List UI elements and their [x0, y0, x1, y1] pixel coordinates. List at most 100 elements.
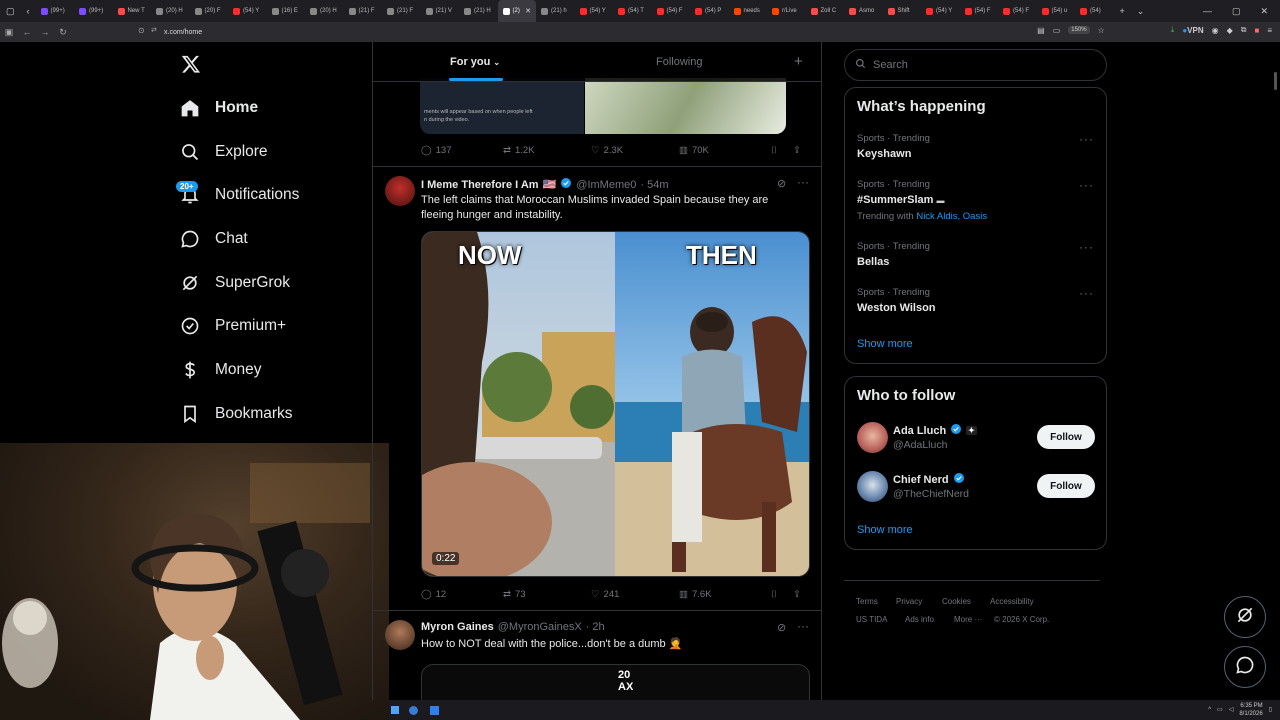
account-name[interactable]: Chief Nerd [893, 472, 965, 487]
page-scrollbar-thumb[interactable] [1274, 72, 1277, 90]
tab-for-you[interactable]: For you ⌄ [450, 56, 500, 68]
vpn-badge[interactable]: ●VPN [1182, 26, 1203, 35]
browser-tab[interactable]: (2) ✕ [497, 0, 537, 22]
browser-tab[interactable]: (54) Y [921, 0, 960, 22]
browser-tab[interactable]: (20) H [151, 0, 190, 22]
browser-tab[interactable]: needs [729, 0, 768, 22]
tab-actions-icon[interactable]: ▢ [0, 6, 21, 17]
more-options-icon[interactable]: ··· [1079, 240, 1094, 254]
reader-mode-icon[interactable]: ▤ [1037, 26, 1045, 35]
browser-tab[interactable]: (21) F [344, 0, 383, 22]
browser-tab[interactable]: (54) [1075, 0, 1114, 22]
browser-tab[interactable]: (99+) [74, 0, 113, 22]
close-tab-icon[interactable]: ✕ [525, 7, 531, 15]
footer-link-accessibility[interactable]: Accessibility [990, 597, 1034, 606]
trend-name[interactable]: Bellas [857, 256, 889, 268]
footer-link-privacy[interactable]: Privacy [896, 597, 922, 606]
more-options-icon[interactable]: ··· [1079, 132, 1094, 146]
grok-floating-button[interactable] [1224, 596, 1266, 638]
like-button[interactable]: ♡ 241 [591, 589, 679, 600]
avatar[interactable] [857, 422, 888, 453]
add-tab-icon[interactable]: + [794, 53, 803, 70]
tab-back-icon[interactable]: ‹ [21, 6, 36, 16]
extension-icon[interactable]: ◆ [1227, 26, 1233, 35]
tweet-video[interactable]: NOW THEN 0:22 [421, 231, 810, 577]
tab-following[interactable]: Following [656, 56, 702, 68]
browser-tab[interactable]: Shift [883, 0, 922, 22]
nav-item-money[interactable]: Money [180, 355, 262, 385]
close-window-button[interactable]: ✕ [1260, 6, 1268, 17]
footer-link-ads-info[interactable]: Ads info [905, 615, 934, 624]
avatar[interactable] [385, 620, 415, 650]
prev-tweet-media-left[interactable]: ments will appear based on when people l… [420, 78, 584, 134]
browser-tab[interactable]: (20) H [305, 0, 344, 22]
grok-action-icon[interactable]: ⊘ [777, 621, 786, 634]
browser-tab[interactable]: (21) H [459, 0, 498, 22]
more-options-icon[interactable]: ··· [1079, 286, 1094, 300]
wallet-icon[interactable]: ◉ [1212, 26, 1219, 35]
author-handle[interactable]: @ImMeme0 [576, 179, 636, 191]
volume-icon[interactable]: ◁ [1229, 706, 1234, 714]
nav-item-premium[interactable]: Premium+ [180, 311, 286, 341]
browser-tab[interactable]: (54) F [652, 0, 691, 22]
avatar[interactable] [857, 471, 888, 502]
trending-with-links[interactable]: Nick Aldis, Oasis [916, 211, 987, 222]
more-options-icon[interactable]: ··· [797, 619, 809, 633]
nav-item-chat[interactable]: Chat [180, 224, 248, 254]
reply-button[interactable]: ◯ 12 [421, 589, 503, 600]
trend-name[interactable]: Keyshawn [857, 148, 911, 160]
site-info-icon[interactable]: ⊙ [138, 26, 145, 35]
repost-button[interactable]: ⇄ 1.2K [503, 145, 591, 156]
bookmark-star-icon[interactable]: ☆ [1098, 26, 1105, 35]
nav-item-home[interactable]: Home [180, 93, 258, 123]
browser-tab[interactable]: (20) F [190, 0, 229, 22]
browser-tab[interactable]: (54) Y [228, 0, 267, 22]
extensions-icon[interactable]: ⧉ [1241, 25, 1247, 35]
tweet-media[interactable]: 20 AX [421, 664, 810, 700]
author-handle[interactable]: @MyronGainesX [498, 621, 582, 633]
author-name[interactable]: Myron Gaines [421, 621, 494, 633]
reply-button[interactable]: ◯ 137 [421, 145, 503, 156]
bookmark-button[interactable]: ⌷ [771, 145, 793, 156]
reload-button[interactable]: ↻ [54, 27, 72, 38]
grok-action-icon[interactable]: ⊘ [777, 177, 786, 190]
show-more-link[interactable]: Show more [857, 524, 913, 536]
more-options-icon[interactable]: ··· [1079, 178, 1094, 192]
clock[interactable]: 6:35 PM 8/1/2026 [1239, 702, 1262, 718]
browser-tab[interactable]: Zoll C [806, 0, 845, 22]
browser-tab[interactable]: (54) P [690, 0, 729, 22]
minimize-button[interactable]: — [1203, 6, 1212, 16]
forward-button[interactable]: → [36, 27, 54, 37]
follow-button[interactable]: Follow [1037, 474, 1095, 498]
trend-name[interactable]: Weston Wilson [857, 302, 936, 314]
bookmark-button[interactable]: ⌷ [771, 589, 793, 600]
browser-tab[interactable]: r/Live [767, 0, 806, 22]
repost-button[interactable]: ⇄ 73 [503, 589, 591, 600]
footer-link-cookies[interactable]: Cookies [942, 597, 971, 606]
nav-item-supergrok[interactable]: SuperGrok [180, 268, 290, 298]
browser-tab[interactable]: (16) E [267, 0, 306, 22]
nav-item-bookmarks[interactable]: Bookmarks [180, 399, 293, 429]
back-button[interactable]: ← [18, 27, 36, 37]
app-icon[interactable] [430, 705, 439, 715]
follow-button[interactable]: Follow [1037, 425, 1095, 449]
like-button[interactable]: ♡ 2.3K [591, 145, 679, 156]
footer-link-us-tida[interactable]: US TIDA [856, 615, 887, 624]
browser-tab[interactable]: (99+) [36, 0, 75, 22]
sidebar-toggle-icon[interactable]: ▣ [0, 27, 18, 38]
start-icon[interactable] [391, 706, 399, 714]
nav-item-explore[interactable]: Explore [180, 137, 268, 167]
account-handle[interactable]: @AdaLluch [893, 439, 947, 451]
download-icon[interactable]: ⤓ [1171, 25, 1175, 35]
browser-tab[interactable]: New T [113, 0, 152, 22]
notification-center-icon[interactable]: ▯ [1269, 706, 1272, 714]
footer-link-terms[interactable]: Terms [856, 597, 878, 606]
tweet-time[interactable]: · 54m [640, 179, 668, 191]
maximize-button[interactable]: ▢ [1232, 6, 1241, 17]
trend-name[interactable]: #SummerSlam ▬ [857, 194, 945, 206]
browser-tab[interactable]: Asmo [844, 0, 883, 22]
menu-icon[interactable]: ≡ [1267, 26, 1272, 35]
tray-chevron-icon[interactable]: ^ [1208, 706, 1211, 714]
browser-tab[interactable]: (54) T [613, 0, 652, 22]
more-options-icon[interactable]: ··· [797, 175, 809, 189]
